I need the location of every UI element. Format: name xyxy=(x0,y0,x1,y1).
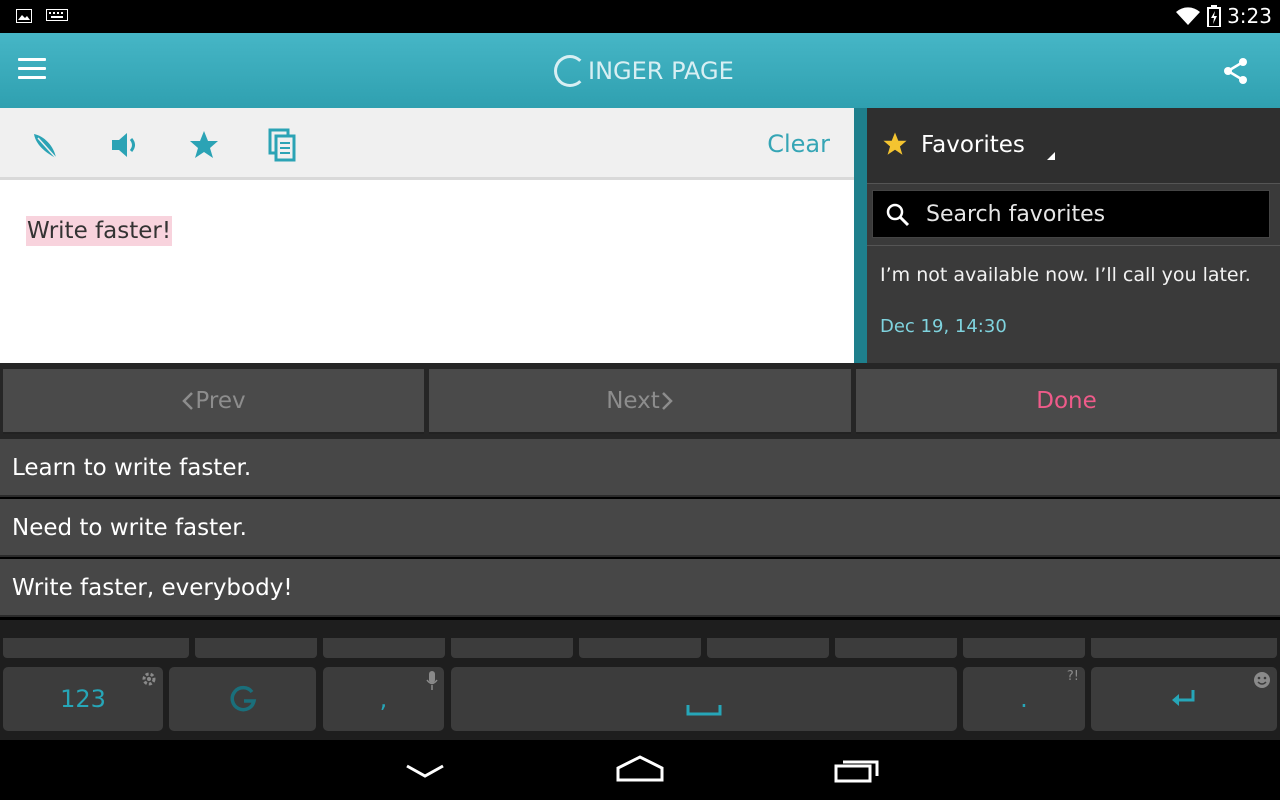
period-hint: ?! xyxy=(1066,669,1079,684)
keyboard-key[interactable] xyxy=(323,638,445,658)
ginger-page-logo: INGER PAGE xyxy=(554,51,734,91)
dropdown-caret-icon xyxy=(1047,152,1055,160)
image-notification-icon xyxy=(16,9,32,23)
comma-key-label: , xyxy=(379,685,388,713)
done-button[interactable]: Done xyxy=(856,369,1277,434)
editor-panel: Clear Write faster! xyxy=(0,108,854,363)
prev-button[interactable]: Prev xyxy=(3,369,424,434)
hamburger-menu-icon[interactable] xyxy=(18,58,46,80)
keyboard-key[interactable] xyxy=(579,638,701,658)
chevron-right-icon xyxy=(661,391,673,410)
favorite-date: Dec 19, 14:30 xyxy=(880,316,1007,337)
search-placeholder: Search favorites xyxy=(926,202,1106,227)
period-key-label: . xyxy=(1020,685,1028,713)
numbers-key-label: 123 xyxy=(60,685,106,713)
status-clock: 3:23 xyxy=(1227,4,1272,28)
keyboard-key[interactable] xyxy=(835,638,957,658)
battery-icon xyxy=(1207,5,1222,27)
emoji-icon xyxy=(1254,672,1270,688)
feather-icon[interactable] xyxy=(28,128,62,162)
keyboard-key[interactable] xyxy=(3,638,189,658)
editor-toolbar: Clear xyxy=(0,108,854,180)
microphone-icon xyxy=(426,671,438,690)
favorites-search-input[interactable]: Search favorites xyxy=(872,190,1270,238)
star-icon[interactable] xyxy=(187,128,221,162)
form-nav-row: Prev Next Done xyxy=(0,363,1280,439)
enter-key[interactable] xyxy=(1091,667,1277,731)
recents-icon[interactable] xyxy=(833,756,881,784)
system-navigation-bar xyxy=(0,740,1280,800)
keyboard-key[interactable] xyxy=(195,638,317,658)
comma-key[interactable]: , xyxy=(323,667,444,731)
logo-text: INGER PAGE xyxy=(588,57,734,85)
favorites-title: Favorites xyxy=(921,132,1025,158)
numbers-key[interactable]: 123 xyxy=(3,667,163,731)
panel-accent-bar xyxy=(854,108,867,363)
speaker-icon[interactable] xyxy=(108,128,142,162)
prev-label: Prev xyxy=(195,387,246,414)
keyboard-key[interactable] xyxy=(1091,638,1277,658)
next-label: Next xyxy=(606,387,660,414)
suggestion-item[interactable]: Learn to write faster. xyxy=(0,439,1280,497)
settings-gear-icon xyxy=(142,672,156,686)
ginger-key[interactable] xyxy=(169,667,316,731)
chevron-left-icon xyxy=(182,391,194,410)
keyboard: 123 , . ?! xyxy=(0,620,1280,740)
divider xyxy=(867,245,1280,246)
space-key[interactable] xyxy=(451,667,957,731)
done-label: Done xyxy=(1036,387,1097,414)
next-button[interactable]: Next xyxy=(429,369,851,434)
favorites-header[interactable]: Favorites xyxy=(867,108,1280,184)
suggestion-item[interactable]: Write faster, everybody! xyxy=(0,559,1280,617)
period-key[interactable]: . ?! xyxy=(963,667,1085,731)
status-bar: 3:23 xyxy=(0,0,1280,33)
back-icon[interactable] xyxy=(404,762,446,780)
favorite-item[interactable]: I’m not available now. I’ll call you lat… xyxy=(880,264,1270,337)
clear-button[interactable]: Clear xyxy=(767,130,830,158)
editor-text-area[interactable]: Write faster! xyxy=(26,216,173,246)
ginger-g-icon xyxy=(230,685,256,712)
keyboard-key[interactable] xyxy=(707,638,829,658)
copy-icon[interactable] xyxy=(266,128,300,162)
editor-text: Write faster! xyxy=(26,216,173,246)
search-icon xyxy=(886,203,910,227)
keyboard-key[interactable] xyxy=(451,638,573,658)
app-bar: INGER PAGE xyxy=(0,33,1280,108)
keyboard-notification-icon xyxy=(46,9,68,21)
home-icon[interactable] xyxy=(615,754,665,784)
keyboard-key[interactable] xyxy=(963,638,1085,658)
favorites-star-icon xyxy=(883,132,907,155)
space-bar-icon xyxy=(686,705,722,716)
share-icon[interactable] xyxy=(1222,57,1250,85)
favorite-message: I’m not available now. I’ll call you lat… xyxy=(880,264,1251,286)
suggestion-item[interactable]: Need to write faster. xyxy=(0,499,1280,557)
enter-icon xyxy=(1172,690,1195,706)
wifi-icon xyxy=(1176,7,1201,25)
